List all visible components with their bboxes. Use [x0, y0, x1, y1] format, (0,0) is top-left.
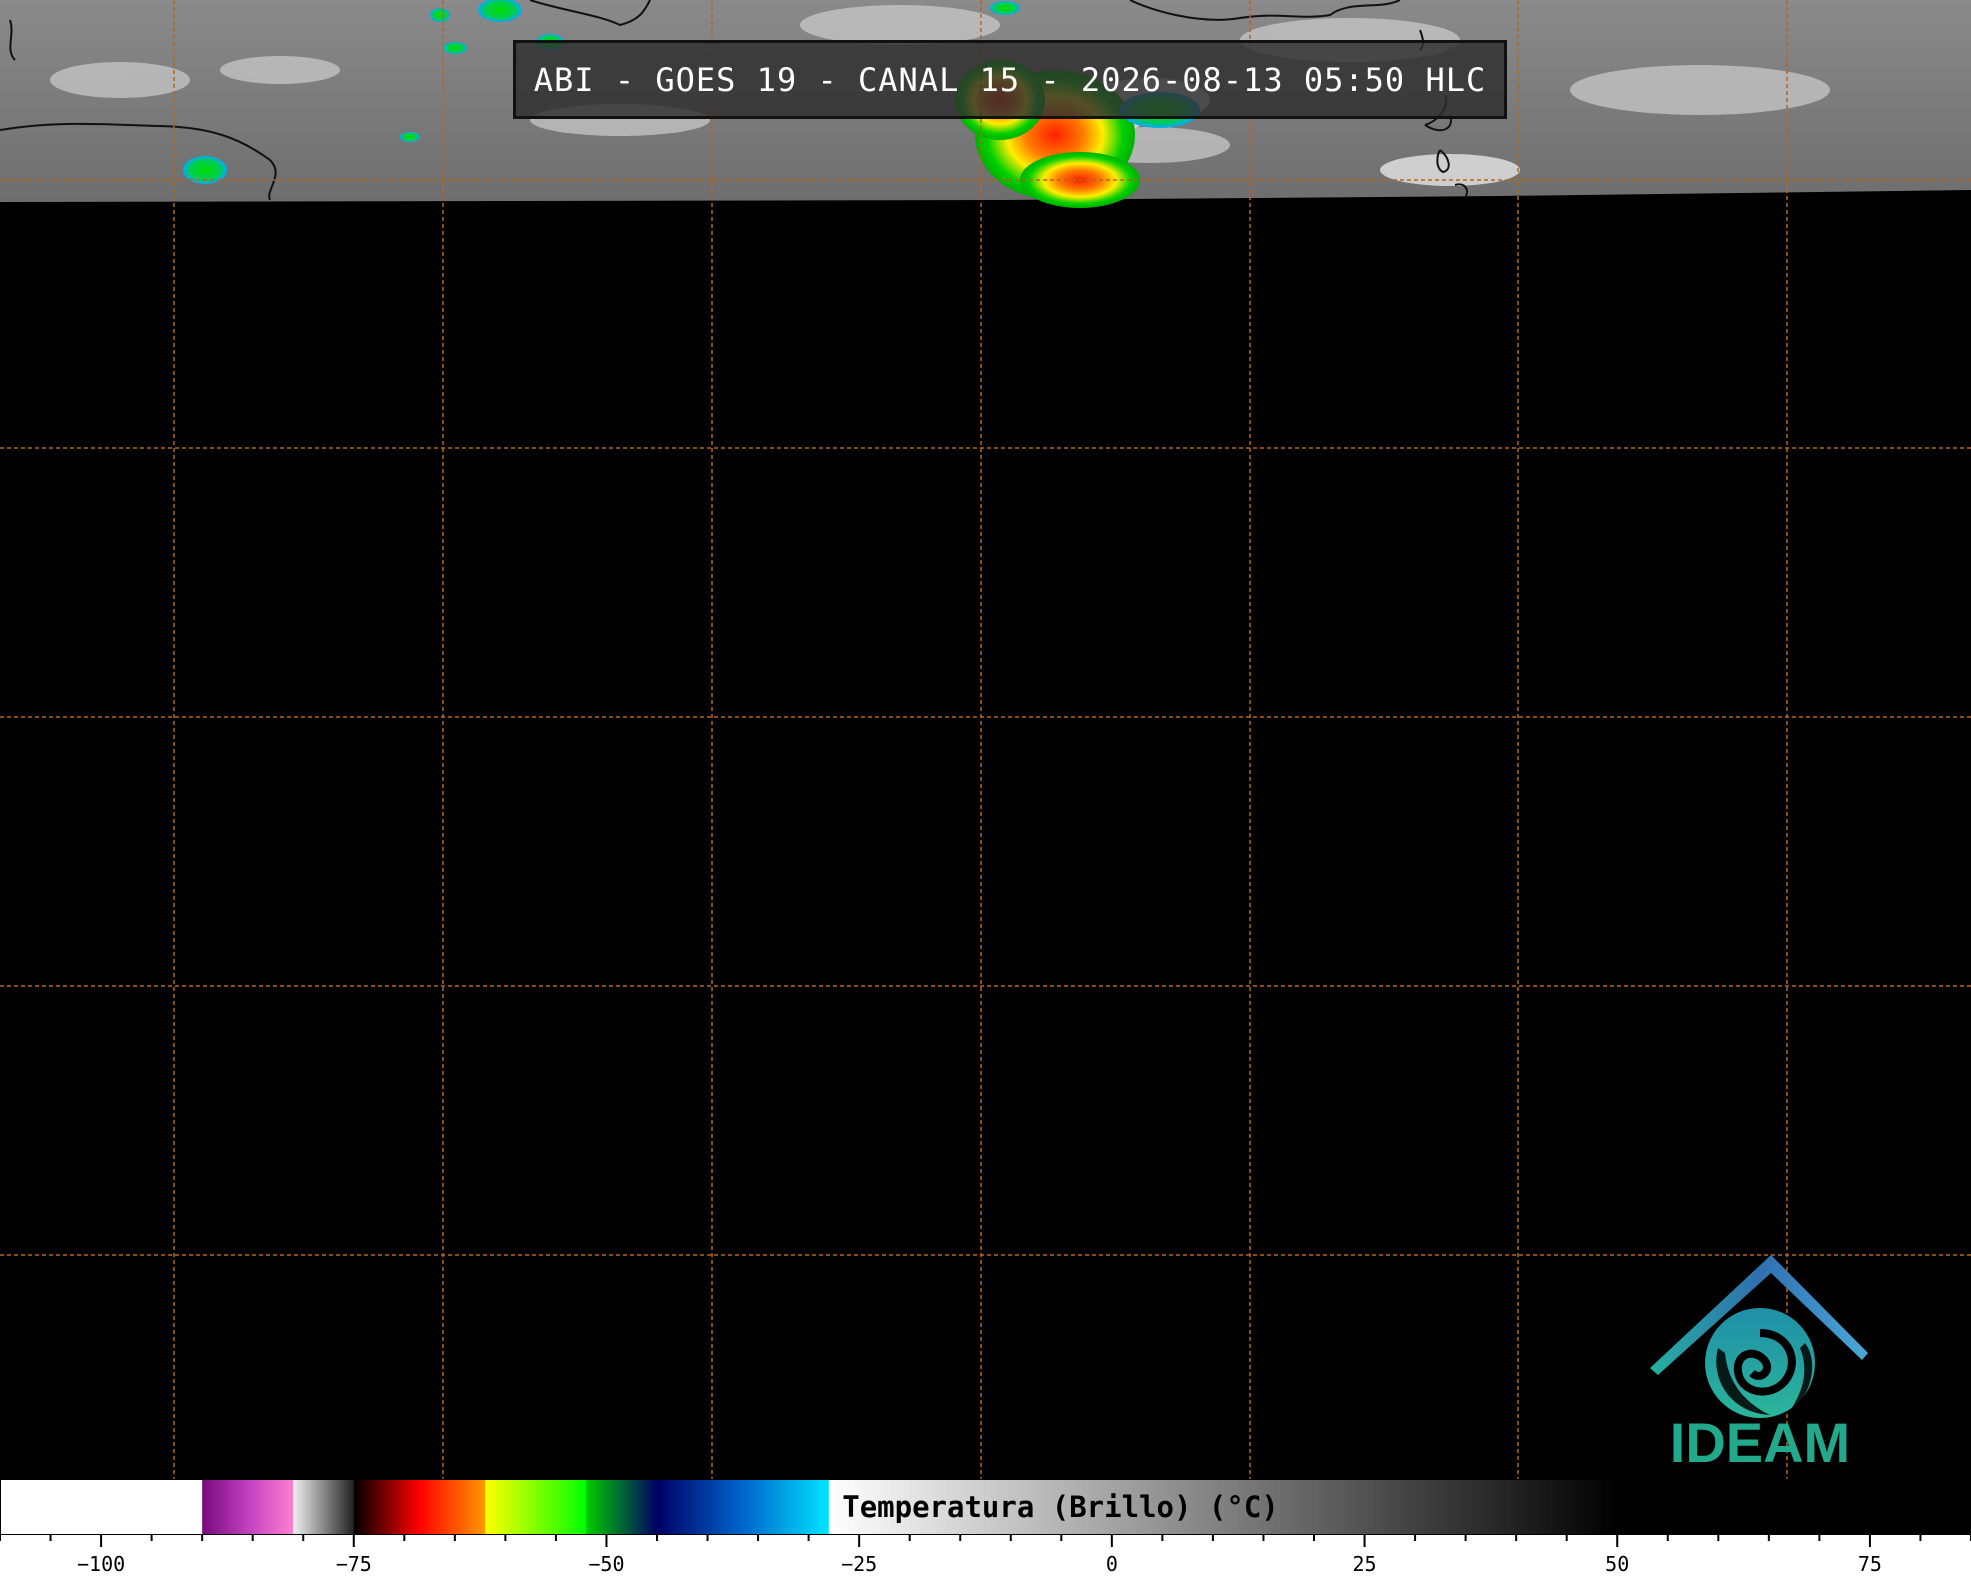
colorbar-tick-label: 50 [1605, 1552, 1629, 1576]
colorbar-tick-label: −25 [841, 1552, 877, 1576]
colorbar-tick-label: 75 [1858, 1552, 1882, 1576]
colorbar-tick-label: −75 [336, 1552, 372, 1576]
ideam-logo-text: IDEAM [1669, 1411, 1851, 1474]
colorbar-tick-label: −50 [588, 1552, 624, 1576]
colorbar-label: Temperatura (Brillo) (°C) [842, 1490, 1279, 1524]
colorbar-axis: −100 −75 −50 −25 0 25 50 75 [0, 1535, 1971, 1577]
colorbar-tick-label: −100 [77, 1552, 125, 1576]
map-title: ABI - GOES 19 - CANAL 15 - 2026-08-13 05… [513, 40, 1507, 119]
colorbar-tick-label: 25 [1352, 1552, 1376, 1576]
colorbar-tick-label: 0 [1106, 1552, 1118, 1576]
